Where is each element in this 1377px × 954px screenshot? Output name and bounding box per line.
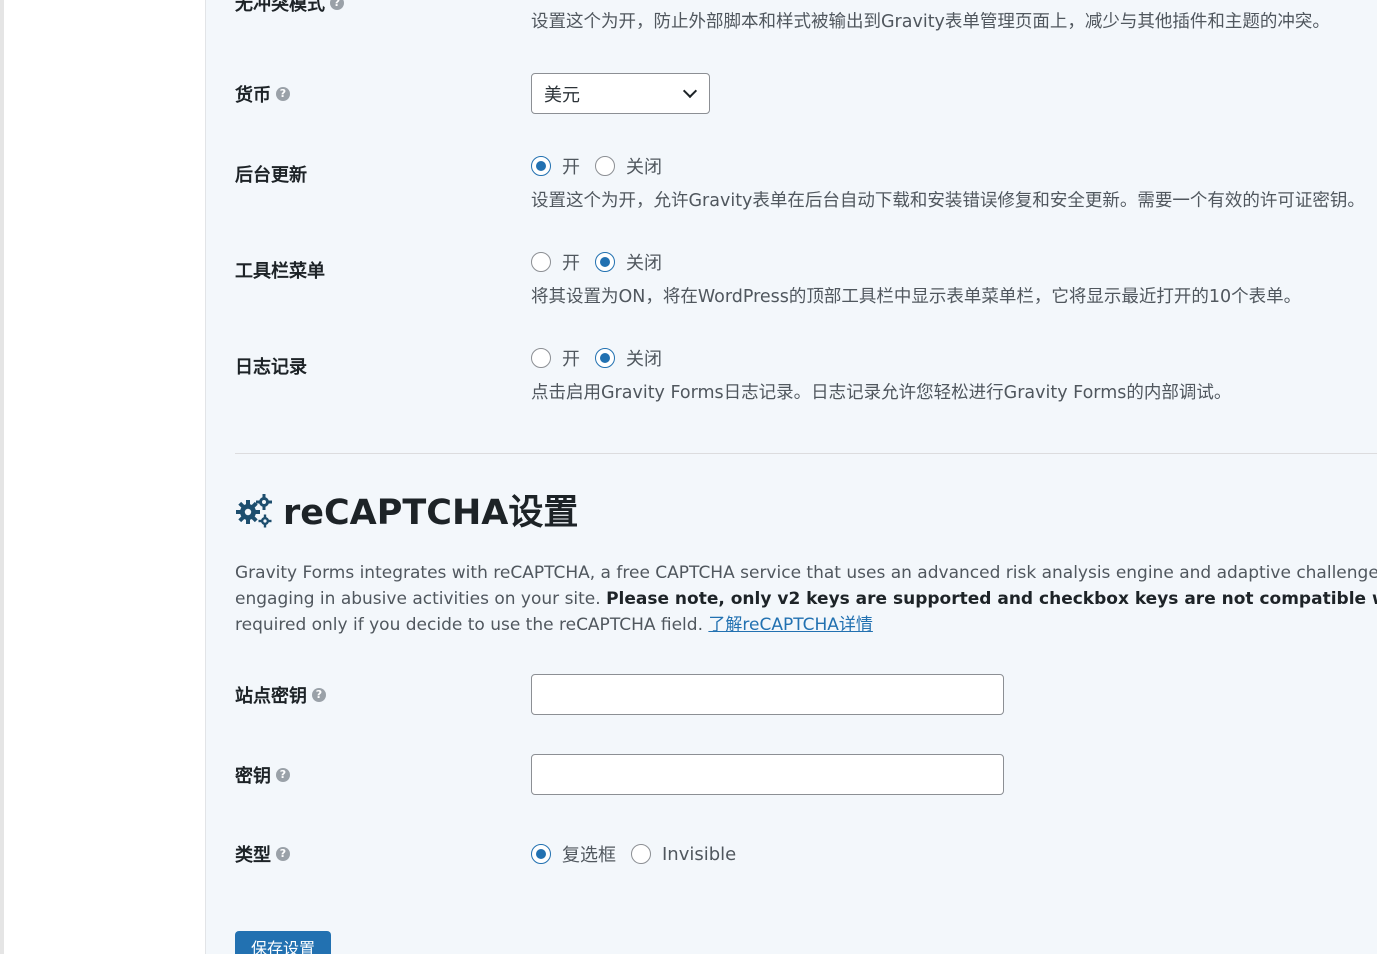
learn-more-link[interactable]: 了解reCAPTCHA详情 [708, 615, 873, 635]
radio-label-off[interactable]: 关闭 [626, 345, 662, 371]
recaptcha-section-heading: reCAPTCHA设置 [235, 484, 578, 535]
recaptcha-type-label: 类型 ? [235, 841, 290, 867]
secret-key-input[interactable] [531, 754, 1004, 795]
logging-off-radio[interactable] [595, 348, 615, 368]
radio-label-invisible[interactable]: Invisible [662, 844, 736, 865]
radio-label-on[interactable]: 开 [562, 345, 580, 371]
secret-key-control [531, 754, 1004, 795]
radio-label-off[interactable]: 关闭 [626, 153, 662, 179]
recaptcha-desc-line2: engaging in abusive activities on your s… [235, 589, 1377, 609]
toolbar-menu-control: 开 关闭 将其设置为ON，将在WordPress的顶部工具栏中显示表单菜单栏，它… [531, 249, 1301, 308]
help-icon[interactable]: ? [276, 768, 290, 782]
toolbar-menu-label: 工具栏菜单 [235, 261, 325, 282]
recaptcha-type-checkbox-radio[interactable] [531, 844, 551, 864]
recaptcha-description: Gravity Forms integrates with reCAPTCHA,… [235, 560, 1377, 638]
toolbar-menu-description: 将其设置为ON，将在WordPress的顶部工具栏中显示表单菜单栏，它将显示最近… [531, 287, 1302, 307]
gears-icon [236, 493, 272, 527]
secret-key-label: 密钥 ? [235, 762, 290, 788]
save-settings-button[interactable]: 保存设置 [235, 931, 331, 954]
chevron-down-icon [682, 83, 698, 99]
recaptcha-heading-text: reCAPTCHA设置 [283, 493, 579, 533]
background-updates-description: 设置这个为开，允许Gravity表单在后台自动下载和安装错误修复和安全更新。需要… [531, 191, 1365, 211]
no-conflict-desc-wrap: 设置这个为开，防止外部脚本和样式被输出到Gravity表单管理页面上，减少与其他… [531, 8, 1330, 33]
currency-select[interactable]: 美元 [531, 73, 710, 114]
background-updates-radio-group: 开 关闭 [531, 153, 1365, 179]
currency-label: 货币 ? [235, 81, 290, 107]
recaptcha-desc-line3: required only if you decide to use the r… [235, 615, 873, 635]
logging-on-radio[interactable] [531, 348, 551, 368]
radio-label-checkbox[interactable]: 复选框 [562, 841, 616, 867]
site-key-label: 站点密钥 ? [235, 682, 326, 708]
logging-control: 开 关闭 点击启用Gravity Forms日志记录。日志记录允许您轻松进行Gr… [531, 345, 1231, 404]
recaptcha-type-invisible-radio[interactable] [631, 844, 651, 864]
help-icon[interactable]: ? [276, 847, 290, 861]
radio-label-off[interactable]: 关闭 [626, 249, 662, 275]
section-divider [235, 453, 1377, 454]
admin-sidebar [0, 0, 206, 954]
recaptcha-type-control: 复选框 Invisible [531, 841, 751, 867]
no-conflict-label: 无冲突模式 ? [235, 0, 344, 16]
settings-main: 无冲突模式 ? 设置这个为开，防止外部脚本和样式被输出到Gravity表单管理页… [206, 0, 1377, 954]
help-icon[interactable]: ? [330, 0, 344, 10]
logging-radio-group: 开 关闭 [531, 345, 1231, 371]
help-icon[interactable]: ? [276, 87, 290, 101]
toolbar-menu-radio-group: 开 关闭 [531, 249, 1301, 275]
background-updates-control: 开 关闭 设置这个为开，允许Gravity表单在后台自动下载和安装错误修复和安全… [531, 153, 1365, 212]
toolbar-menu-on-radio[interactable] [531, 252, 551, 272]
radio-label-on[interactable]: 开 [562, 249, 580, 275]
recaptcha-desc-line1: Gravity Forms integrates with reCAPTCHA,… [235, 563, 1377, 583]
logging-label: 日志记录 [235, 357, 307, 378]
site-key-control [531, 674, 1004, 715]
no-conflict-description: 设置这个为开，防止外部脚本和样式被输出到Gravity表单管理页面上，减少与其他… [531, 12, 1330, 32]
recaptcha-type-radio-group: 复选框 Invisible [531, 841, 751, 867]
radio-label-on[interactable]: 开 [562, 153, 580, 179]
currency-control: 美元 [531, 73, 710, 114]
toolbar-menu-off-radio[interactable] [595, 252, 615, 272]
background-updates-on-radio[interactable] [531, 156, 551, 176]
background-updates-off-radio[interactable] [595, 156, 615, 176]
logging-description: 点击启用Gravity Forms日志记录。日志记录允许您轻松进行Gravity… [531, 383, 1232, 403]
site-key-input[interactable] [531, 674, 1004, 715]
help-icon[interactable]: ? [312, 688, 326, 702]
background-updates-label: 后台更新 [235, 165, 307, 186]
